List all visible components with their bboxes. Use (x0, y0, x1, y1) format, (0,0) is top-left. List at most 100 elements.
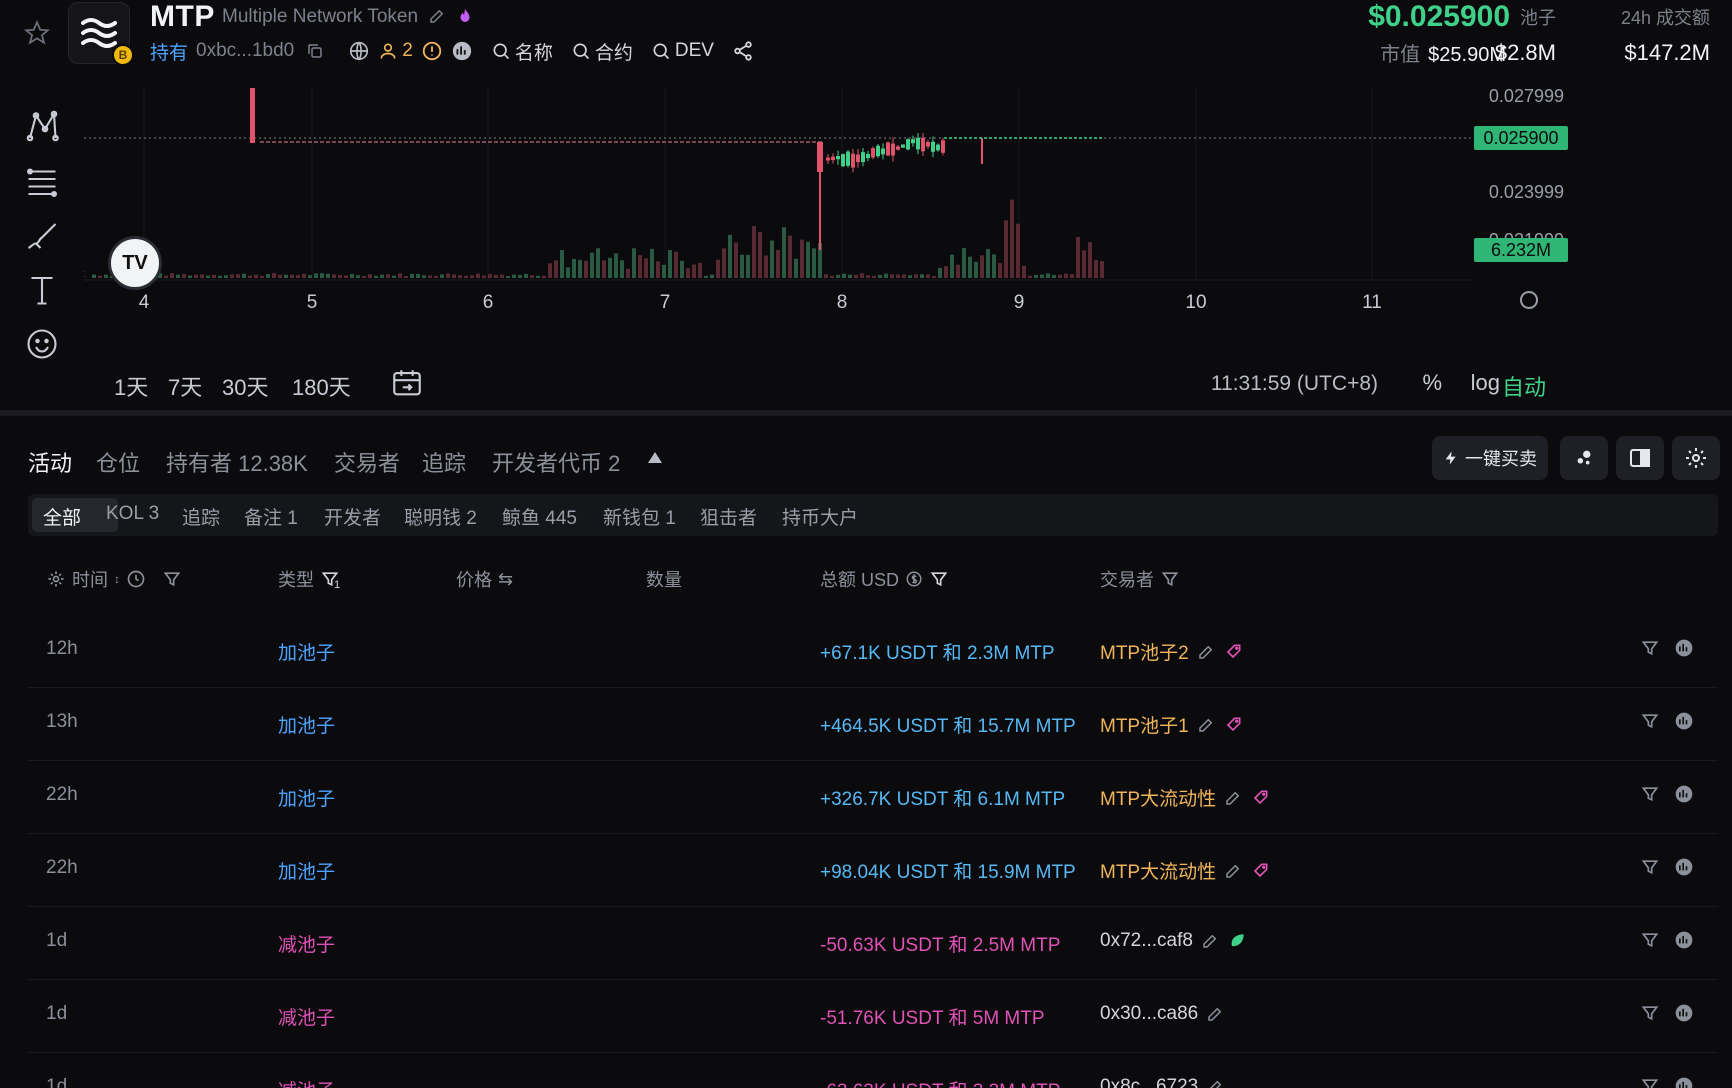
filter-icon[interactable] (1640, 711, 1660, 731)
bubble-map-button[interactable] (1560, 436, 1608, 480)
tab-dev-tokens[interactable]: 开发者代币 2 (492, 446, 620, 478)
table-row[interactable]: 22h 加池子 +98.04K USDT 和 15.9M MTP MTP大流动性 (28, 835, 1718, 907)
trader-name[interactable]: 0x72...caf8 (1100, 930, 1193, 952)
filter-sniper[interactable]: 狙击者 (700, 503, 757, 530)
filter-top-holders[interactable]: 持币大户 (782, 503, 858, 530)
chart-badge-icon[interactable] (451, 40, 473, 62)
filter-icon[interactable] (1640, 784, 1660, 804)
range-7d-button[interactable]: 7天 (168, 370, 202, 402)
pool-tag-icon[interactable] (1223, 642, 1243, 662)
trader-name[interactable]: MTP大流动性 (1100, 784, 1216, 811)
swap-icon[interactable]: ⇆ (498, 569, 513, 590)
edit-icon[interactable] (1197, 716, 1215, 734)
filter-tracking[interactable]: 追踪 (182, 503, 220, 530)
copy-icon[interactable] (306, 42, 324, 60)
filter-whale[interactable]: 鲸鱼 445 (502, 503, 577, 530)
row-trader[interactable]: 0x72...caf8 (1100, 930, 1247, 952)
trader-name[interactable]: 0x30...ca86 (1100, 1003, 1198, 1025)
trader-name[interactable]: MTP池子1 (1100, 711, 1189, 738)
pool-tag-icon[interactable] (1250, 788, 1270, 808)
fib-tool-icon[interactable] (22, 162, 62, 202)
pool-tag-icon[interactable] (1223, 715, 1243, 735)
row-trader[interactable]: MTP大流动性 (1100, 784, 1270, 811)
edit-icon[interactable] (1206, 1078, 1224, 1088)
log-scale-button[interactable]: log (1471, 370, 1500, 396)
tradingview-logo-icon[interactable]: TV (108, 236, 162, 290)
filter-icon[interactable] (929, 569, 949, 589)
range-180d-button[interactable]: 180天 (292, 370, 351, 402)
edit-icon[interactable] (1224, 862, 1242, 880)
explorer-icon[interactable] (1674, 711, 1694, 731)
pool-tag-icon[interactable] (1250, 861, 1270, 881)
brush-tool-icon[interactable] (22, 216, 62, 256)
clock-icon[interactable] (126, 569, 146, 589)
th-price[interactable]: 价格 ⇆ (456, 566, 513, 592)
search-icon[interactable] (571, 41, 591, 61)
chart-clock[interactable]: 11:31:59 (UTC+8) (1211, 372, 1378, 396)
filter-dev[interactable]: 开发者 (324, 503, 381, 530)
tab-positions[interactable]: 仓位 (96, 446, 140, 478)
auto-scale-button[interactable]: 自动 (1502, 370, 1546, 402)
row-trader[interactable]: 0x30...ca86 (1100, 1003, 1224, 1025)
filter-notes[interactable]: 备注 1 (244, 503, 298, 530)
globe-icon[interactable] (348, 40, 370, 62)
search-icon[interactable] (651, 41, 671, 61)
axis-settings-icon[interactable] (1520, 291, 1538, 309)
table-row[interactable]: 13h 加池子 +464.5K USDT 和 15.7M MTP MTP池子1 (28, 689, 1718, 761)
range-30d-button[interactable]: 30天 (222, 370, 268, 402)
share-icon[interactable] (732, 40, 754, 62)
collapse-caret-icon[interactable] (648, 452, 662, 463)
explorer-icon[interactable] (1674, 638, 1694, 658)
row-trader[interactable]: MTP池子1 (1100, 711, 1243, 738)
tab-tracking[interactable]: 追踪 (422, 446, 466, 478)
table-row[interactable]: 1d 减池子 -63.63K USDT 和 3.3M MTP 0x8c...6723 (28, 1054, 1718, 1088)
quick-trade-button[interactable]: 一键买卖 (1432, 436, 1548, 480)
trader-name[interactable]: 0x8c...6723 (1100, 1076, 1198, 1088)
explorer-icon[interactable] (1674, 930, 1694, 950)
th-trader[interactable]: 交易者 (1100, 566, 1180, 592)
warning-icon[interactable] (421, 40, 443, 62)
settings-icon[interactable] (46, 569, 66, 589)
calendar-icon[interactable] (390, 366, 424, 406)
search-icon[interactable] (491, 41, 511, 61)
explorer-icon[interactable] (1674, 1003, 1694, 1023)
collapse-chevron-icon[interactable]: ‹ (84, 265, 85, 282)
link-name[interactable]: 名称 (515, 38, 553, 65)
tab-activity[interactable]: 活动 (28, 446, 72, 478)
filter-smart-money[interactable]: 聪明钱 2 (404, 503, 477, 530)
row-trader[interactable]: 0x8c...6723 (1100, 1076, 1224, 1088)
filter-icon[interactable] (1640, 638, 1660, 658)
table-row[interactable]: 1d 减池子 -50.63K USDT 和 2.5M MTP 0x72...caf8 (28, 908, 1718, 980)
holders-icon[interactable] (378, 41, 398, 61)
chart-canvas[interactable]: 45678910110.0279990.0239990.0219990.0259… (84, 88, 1732, 408)
range-1d-button[interactable]: 1天 (114, 370, 148, 402)
layout-toggle-button[interactable] (1616, 436, 1664, 480)
settings-button[interactable] (1672, 436, 1720, 480)
trader-name[interactable]: MTP池子2 (1100, 638, 1189, 665)
filter-new-wallet[interactable]: 新钱包 1 (603, 503, 676, 530)
filter-icon[interactable] (1640, 857, 1660, 877)
panel-divider[interactable] (0, 410, 1732, 416)
filter-icon[interactable] (1640, 1003, 1660, 1023)
sort-icon[interactable]: ↕ (114, 572, 120, 586)
explorer-icon[interactable] (1674, 784, 1694, 804)
explorer-icon[interactable] (1674, 857, 1694, 877)
tab-traders[interactable]: 交易者 (334, 446, 400, 478)
filter-all[interactable]: 全部 (43, 503, 81, 530)
filter-kol[interactable]: KOL 3 (106, 503, 159, 525)
emoji-tool-icon[interactable] (22, 324, 62, 364)
table-row[interactable]: 22h 加池子 +326.7K USDT 和 6.1M MTP MTP大流动性 (28, 762, 1718, 834)
th-type[interactable]: 类型 1 (278, 566, 340, 592)
edit-icon[interactable] (1206, 1005, 1224, 1023)
pattern-tool-icon[interactable] (22, 106, 62, 146)
row-trader[interactable]: MTP池子2 (1100, 638, 1243, 665)
price-chart[interactable]: 45678910110.0279990.0239990.0219990.0259… (84, 88, 1732, 408)
filter-icon[interactable] (1640, 930, 1660, 950)
edit-icon[interactable] (1224, 789, 1242, 807)
link-contract[interactable]: 合约 (595, 38, 633, 65)
filter-icon[interactable] (162, 569, 182, 589)
explorer-icon[interactable] (1674, 1076, 1694, 1088)
link-dev[interactable]: DEV (675, 40, 714, 62)
edit-icon[interactable] (1201, 932, 1219, 950)
table-row[interactable]: 1d 减池子 -51.76K USDT 和 5M MTP 0x30...ca86 (28, 981, 1718, 1053)
